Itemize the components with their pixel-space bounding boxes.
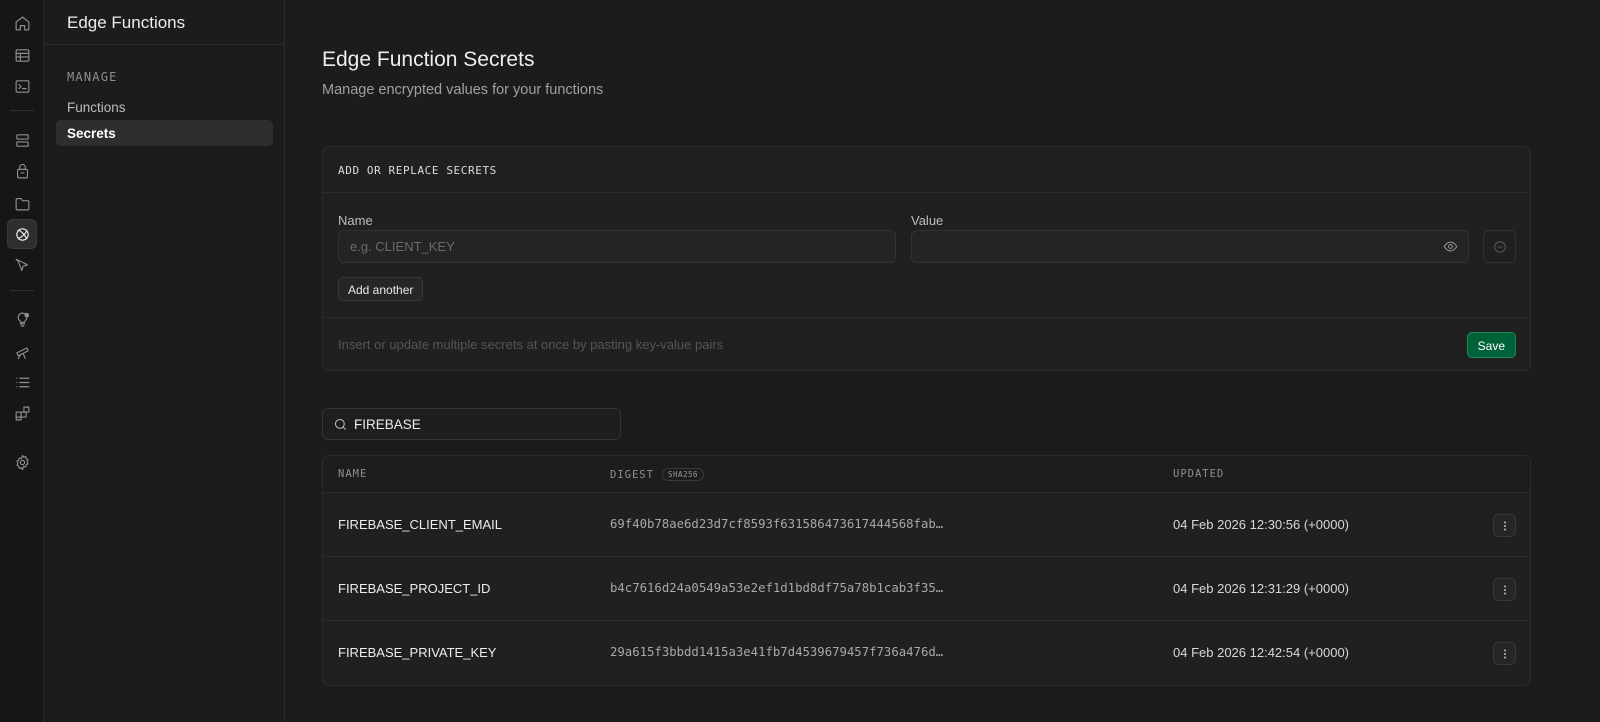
sha256-badge: SHA256 (661, 468, 705, 481)
sidebar-item-functions[interactable]: Functions (56, 94, 273, 120)
card-heading: ADD OR REPLACE SECRETS (323, 147, 1530, 193)
column-header-digest: DIGEST SHA256 (610, 468, 705, 481)
sidebar-title: Edge Functions (44, 0, 284, 45)
row-actions-button[interactable] (1493, 642, 1516, 665)
eye-icon[interactable] (1443, 239, 1458, 254)
row-actions-button[interactable] (1493, 578, 1516, 601)
value-label: Value (911, 213, 944, 228)
table-row: FIREBASE_CLIENT_EMAIL 69f40b78ae6d23d7cf… (323, 493, 1530, 557)
table-row: FIREBASE_PROJECT_ID b4c7616d24a0549a53e2… (323, 557, 1530, 621)
settings-icon[interactable] (7, 447, 37, 477)
digest-header-label: DIGEST (610, 469, 654, 481)
secret-digest: 29a615f3bbdd1415a3e41fb7d4539679457f736a… (610, 645, 944, 659)
card-footer: Insert or update multiple secrets at onc… (323, 317, 1530, 371)
save-button[interactable]: Save (1466, 332, 1516, 358)
rail-divider (10, 290, 34, 291)
table-editor-icon[interactable] (7, 40, 37, 70)
more-vertical-icon (1503, 521, 1506, 530)
row-actions-button[interactable] (1493, 514, 1516, 537)
add-another-button[interactable]: Add another (338, 277, 424, 301)
secret-digest: 69f40b78ae6d23d7cf8593f63158647361744456… (610, 517, 944, 531)
logs-icon[interactable] (7, 367, 37, 397)
column-header-name: NAME (338, 468, 368, 480)
page-title: Edge Function Secrets (322, 48, 535, 71)
sidebar-item-secrets[interactable]: Secrets (56, 120, 273, 146)
sidebar-section-label: MANAGE (67, 70, 118, 84)
rail-divider (10, 110, 34, 111)
minus-circle-icon (1493, 240, 1506, 253)
home-icon[interactable] (7, 8, 37, 38)
search-value: FIREBASE (354, 417, 421, 432)
name-input[interactable]: e.g. CLIENT_KEY (338, 230, 896, 263)
sidebar: Edge Functions MANAGE Functions Secrets (44, 0, 285, 722)
sql-editor-icon[interactable] (7, 71, 37, 101)
secret-updated: 04 Feb 2026 12:30:56 (+0000) (1173, 517, 1350, 532)
database-icon[interactable] (7, 125, 37, 155)
column-header-updated: UPDATED (1173, 468, 1225, 480)
edge-functions-icon[interactable] (7, 219, 37, 249)
search-icon (333, 417, 348, 435)
advisors-icon[interactable] (7, 304, 37, 334)
add-secrets-card: ADD OR REPLACE SECRETS Name e.g. CLIENT_… (322, 146, 1531, 371)
secret-updated: 04 Feb 2026 12:31:29 (+0000) (1173, 581, 1350, 596)
secret-name: FIREBASE_CLIENT_EMAIL (338, 517, 502, 532)
storage-icon[interactable] (7, 188, 37, 218)
search-input[interactable]: FIREBASE (322, 408, 621, 440)
secret-digest: b4c7616d24a0549a53e2ef1d1bd8df75a78b1cab… (610, 581, 944, 595)
realtime-icon[interactable] (7, 250, 37, 280)
paste-hint: Insert or update multiple secrets at onc… (338, 337, 724, 352)
table-header: NAME DIGEST SHA256 UPDATED (323, 456, 1530, 493)
secret-name: FIREBASE_PRIVATE_KEY (338, 645, 497, 660)
value-input[interactable] (911, 230, 1469, 263)
auth-icon[interactable] (7, 156, 37, 186)
icon-rail (0, 0, 44, 722)
reports-icon[interactable] (7, 336, 37, 366)
table-row: FIREBASE_PRIVATE_KEY 29a615f3bbdd1415a3e… (323, 621, 1530, 685)
more-vertical-icon (1503, 585, 1506, 594)
integrations-icon[interactable] (7, 398, 37, 428)
page-subtitle: Manage encrypted values for your functio… (322, 82, 604, 98)
name-label: Name (338, 213, 373, 228)
more-vertical-icon (1503, 649, 1506, 658)
secret-updated: 04 Feb 2026 12:42:54 (+0000) (1173, 645, 1350, 660)
secret-name: FIREBASE_PROJECT_ID (338, 581, 491, 596)
secrets-table: NAME DIGEST SHA256 UPDATED FIREBASE_CLIEN… (322, 455, 1531, 686)
main-content: Edge Function Secrets Manage encrypted v… (286, 0, 1600, 722)
remove-row-button[interactable] (1483, 230, 1516, 263)
